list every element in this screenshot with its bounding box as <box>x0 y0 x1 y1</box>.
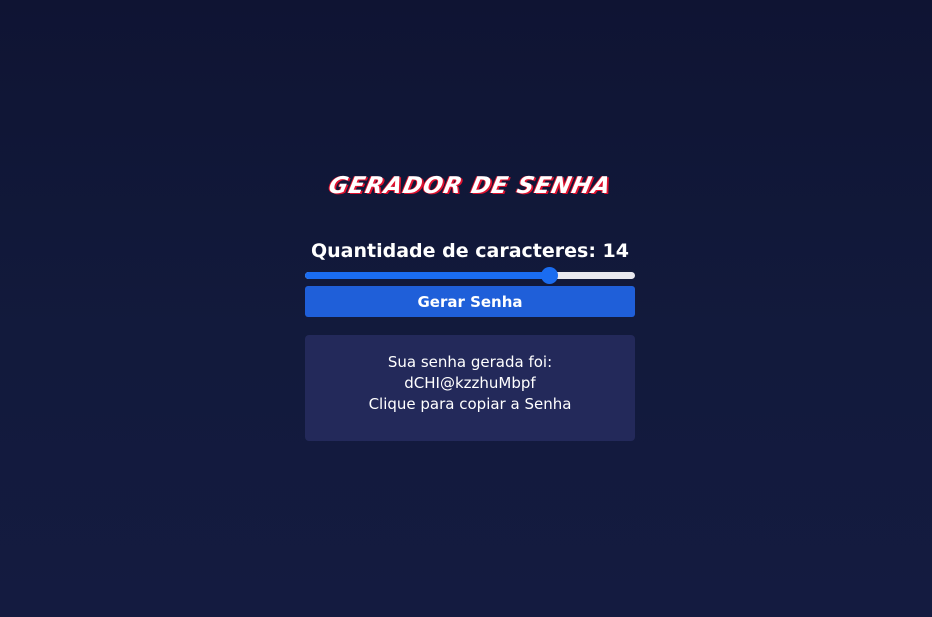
generated-password: dCHI@kzzhuMbpf <box>404 374 536 392</box>
length-slider[interactable] <box>305 267 635 284</box>
slider-thumb[interactable] <box>541 267 559 284</box>
slider-fill <box>305 272 550 279</box>
length-label: Quantidade de caracteres: 14 <box>311 240 629 262</box>
copy-hint-text: Clique para copiar a Senha <box>368 395 572 413</box>
result-intro-text: Sua senha gerada foi: <box>387 353 553 371</box>
page-title: GERADOR DE SENHA <box>326 173 614 199</box>
password-result-box[interactable]: Sua senha gerada foi: dCHI@kzzhuMbpf Cli… <box>305 335 635 441</box>
slider-track[interactable] <box>305 272 635 279</box>
password-generator: GERADOR DE SENHA Quantidade de caractere… <box>305 170 635 441</box>
generate-password-button[interactable]: Gerar Senha <box>305 286 635 317</box>
